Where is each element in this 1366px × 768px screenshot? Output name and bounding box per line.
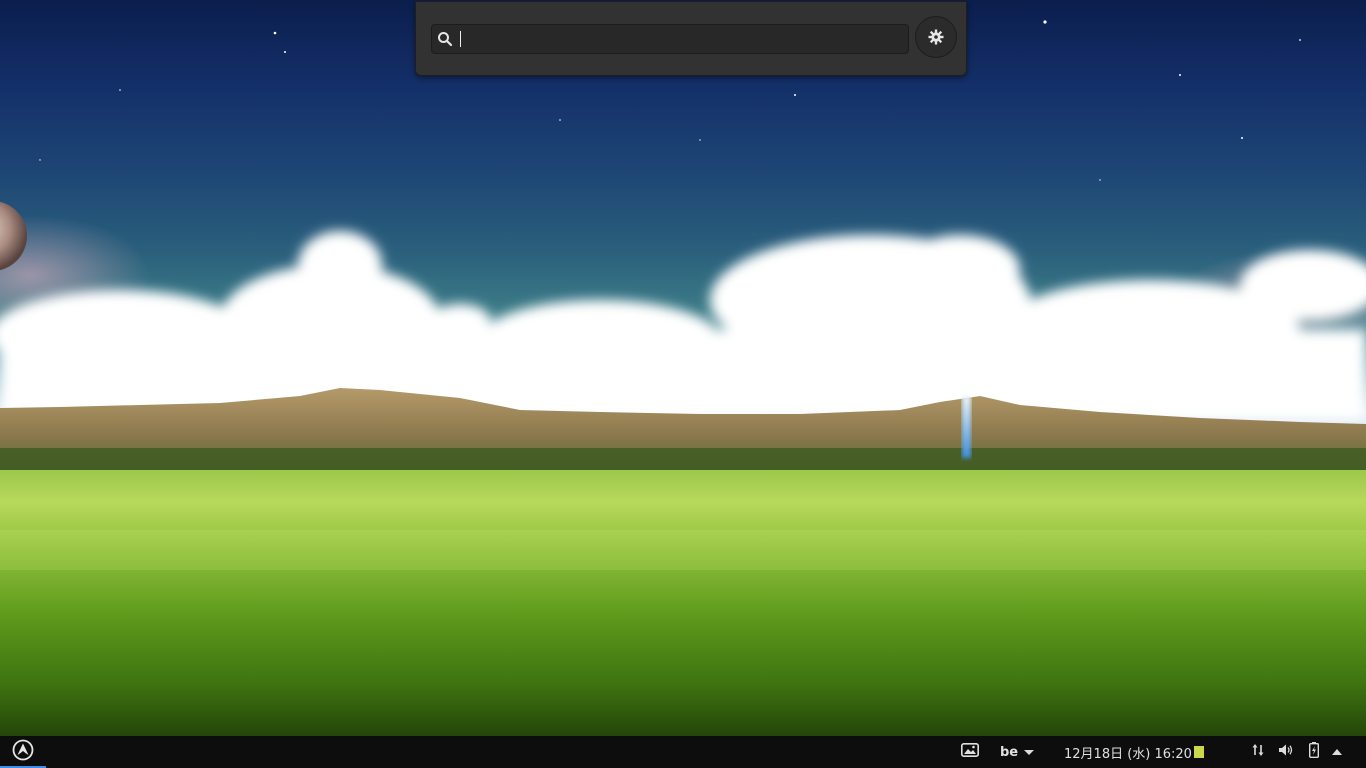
desktop-wallpaper [0, 0, 1366, 736]
battery-indicator[interactable] [1307, 736, 1321, 768]
network-arrows-icon [1252, 743, 1264, 761]
chevron-down-icon [1024, 749, 1035, 755]
start-menu-button[interactable] [0, 736, 46, 768]
clock-text: 12月18日 (水) 16:20 [1064, 746, 1192, 762]
keyboard-layout-label: be [1000, 744, 1019, 760]
grass-field [0, 470, 1366, 736]
waterfall [962, 396, 971, 458]
search-input[interactable] [456, 28, 896, 50]
text-cursor [460, 31, 461, 47]
search-icon [437, 31, 453, 47]
tray-expand-button[interactable] [1330, 736, 1344, 768]
note-icon [1193, 746, 1204, 758]
wallpaper-landscape [0, 20, 1366, 736]
clouds [0, 231, 1366, 420]
app-launcher-popup [415, 1, 967, 76]
battery-charging-icon [1308, 742, 1320, 762]
volume-control[interactable] [1277, 736, 1295, 768]
show-desktop-icon [961, 743, 979, 761]
taskbar: be 12月18日 (水) 16:20 [0, 736, 1366, 768]
chevron-up-icon [1332, 749, 1342, 755]
settings-button[interactable] [915, 16, 957, 58]
arch-logo-icon [12, 739, 34, 765]
show-desktop-button[interactable] [958, 736, 982, 768]
clock[interactable]: 12月18日 (水) 16:20 [1064, 736, 1224, 768]
search-box[interactable] [431, 24, 909, 54]
keyboard-layout-selector[interactable]: be [1000, 736, 1042, 768]
volume-icon [1278, 743, 1294, 761]
network-indicator[interactable] [1250, 736, 1266, 768]
